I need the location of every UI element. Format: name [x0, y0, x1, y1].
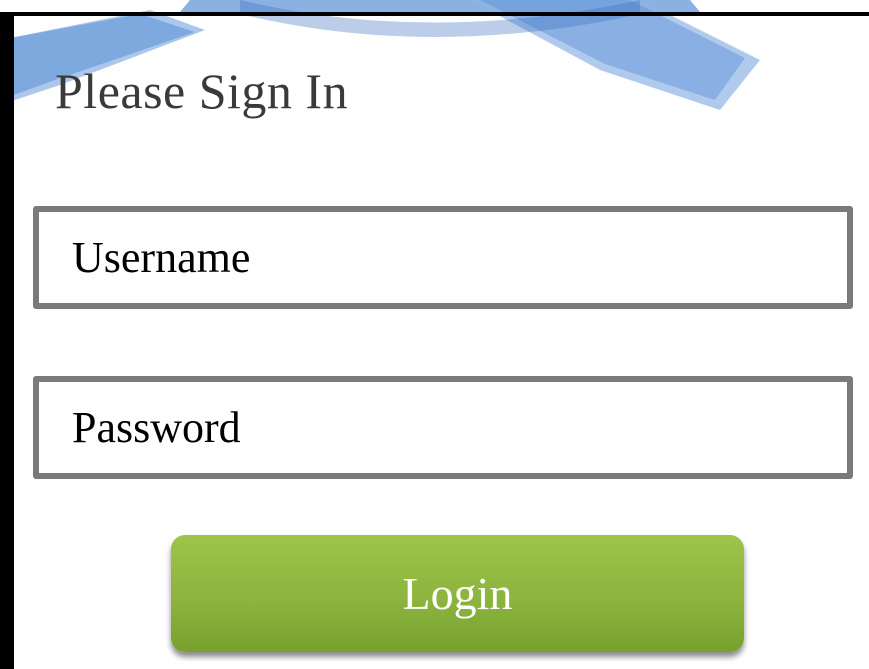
username-field-box: [33, 206, 853, 309]
login-button[interactable]: Login: [171, 535, 744, 652]
password-input[interactable]: [39, 382, 847, 473]
password-field-box: [33, 376, 853, 479]
login-page: Please Sign In Login: [0, 0, 869, 669]
page-title: Please Sign In: [55, 63, 349, 119]
username-input[interactable]: [39, 212, 847, 303]
